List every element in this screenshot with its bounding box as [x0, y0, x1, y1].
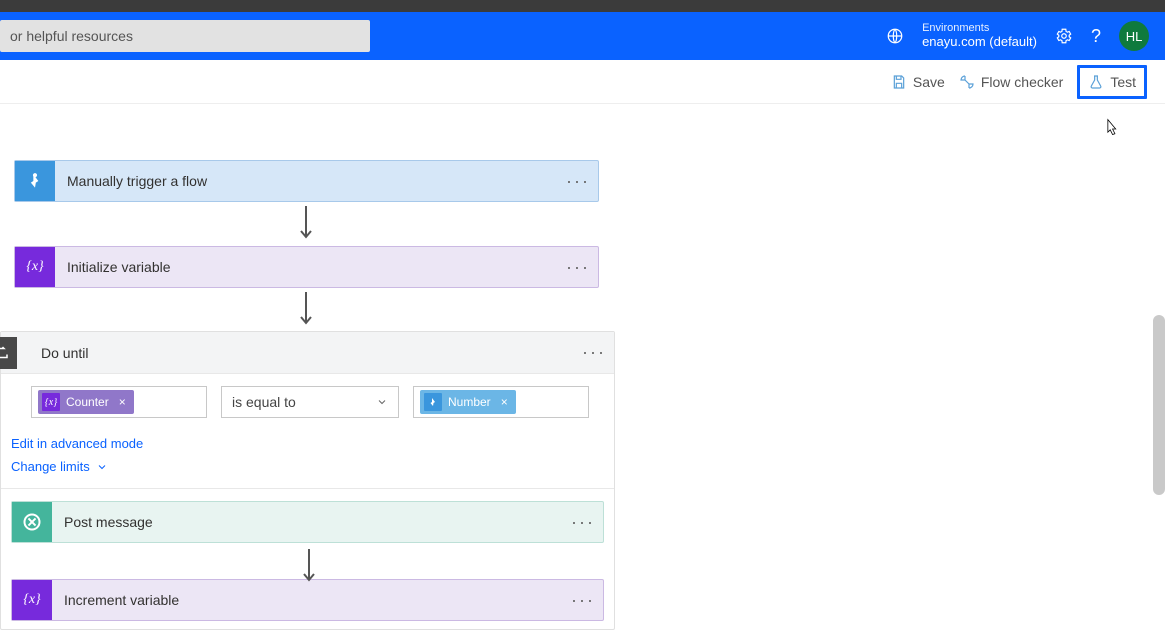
help-icon[interactable]: ? [1091, 26, 1101, 47]
avatar[interactable]: HL [1119, 21, 1149, 51]
test-button[interactable]: Test [1077, 65, 1147, 99]
arrow-icon [298, 204, 312, 244]
action-bar: Save Flow checker Test Test [0, 60, 1165, 104]
token-counter[interactable]: {x} Counter × [38, 390, 134, 414]
arrow-icon [301, 547, 315, 583]
change-limits-link[interactable]: Change limits [11, 459, 108, 474]
step-init-menu[interactable]: ··· [558, 257, 598, 278]
environment-label: Environments [922, 22, 1037, 35]
environment-picker[interactable]: Environments enayu.com (default) [922, 22, 1037, 50]
environment-icon[interactable] [886, 27, 904, 45]
test-label: Test [1110, 74, 1136, 90]
condition-operator-select[interactable]: is equal to [221, 386, 399, 418]
increment-menu[interactable]: ··· [563, 590, 603, 611]
step-init-label: Initialize variable [55, 259, 558, 275]
condition-right-input[interactable]: Number × [413, 386, 589, 418]
edit-advanced-link[interactable]: Edit in advanced mode [11, 436, 143, 451]
condition-left-input[interactable]: {x} Counter × [31, 386, 207, 418]
do-until-block: Do until ··· {x} Counter × is equal to [0, 331, 615, 630]
step-trigger-menu[interactable]: ··· [558, 171, 598, 192]
variable-icon: {x} [12, 580, 52, 620]
save-label: Save [913, 74, 945, 90]
flow-canvas: Manually trigger a flow ··· {x} Initiali… [0, 104, 1165, 605]
operator-label: is equal to [232, 394, 296, 410]
token-label: Number [448, 395, 491, 409]
flow-checker-label: Flow checker [981, 74, 1063, 90]
chevron-down-icon [376, 396, 388, 408]
scrollbar-thumb[interactable] [1153, 315, 1165, 495]
post-menu[interactable]: ··· [563, 512, 603, 533]
browser-chrome [0, 0, 1165, 12]
search-input[interactable]: or helpful resources [0, 20, 370, 52]
cursor-pointer-icon [1101, 118, 1121, 140]
increment-label: Increment variable [52, 592, 563, 608]
save-button[interactable]: Save [891, 74, 945, 90]
loop-icon [0, 337, 17, 369]
trigger-icon [15, 161, 55, 201]
edit-advanced-label: Edit in advanced mode [11, 436, 143, 451]
top-right: Environments enayu.com (default) ? HL [886, 21, 1165, 51]
step-trigger-label: Manually trigger a flow [55, 173, 558, 189]
variable-icon: {x} [15, 247, 55, 287]
top-bar: or helpful resources Environments enayu.… [0, 12, 1165, 60]
step-init-variable[interactable]: {x} Initialize variable ··· [14, 246, 599, 288]
arrow-icon [298, 290, 312, 330]
post-icon [12, 502, 52, 542]
token-label: Counter [66, 395, 109, 409]
step-post-message[interactable]: Post message ··· [11, 501, 604, 543]
variable-icon: {x} [42, 393, 60, 411]
token-remove[interactable]: × [501, 395, 508, 409]
search-placeholder: or helpful resources [10, 28, 133, 44]
condition-row: {x} Counter × is equal to Number [31, 386, 604, 418]
post-label: Post message [52, 514, 563, 530]
avatar-initials: HL [1126, 29, 1143, 44]
do-until-header[interactable]: Do until ··· [1, 332, 614, 374]
divider [1, 488, 614, 489]
token-remove[interactable]: × [119, 395, 126, 409]
gear-icon[interactable] [1055, 27, 1073, 45]
token-number[interactable]: Number × [420, 390, 516, 414]
do-until-menu[interactable]: ··· [574, 342, 614, 363]
input-icon [424, 393, 442, 411]
do-until-title: Do until [29, 345, 574, 361]
flow-checker-button[interactable]: Flow checker [959, 74, 1063, 90]
step-trigger[interactable]: Manually trigger a flow ··· [14, 160, 599, 202]
environment-name: enayu.com (default) [922, 35, 1037, 50]
do-until-body: {x} Counter × is equal to Number [1, 374, 614, 629]
chevron-down-icon [96, 461, 108, 473]
change-limits-label: Change limits [11, 459, 90, 474]
